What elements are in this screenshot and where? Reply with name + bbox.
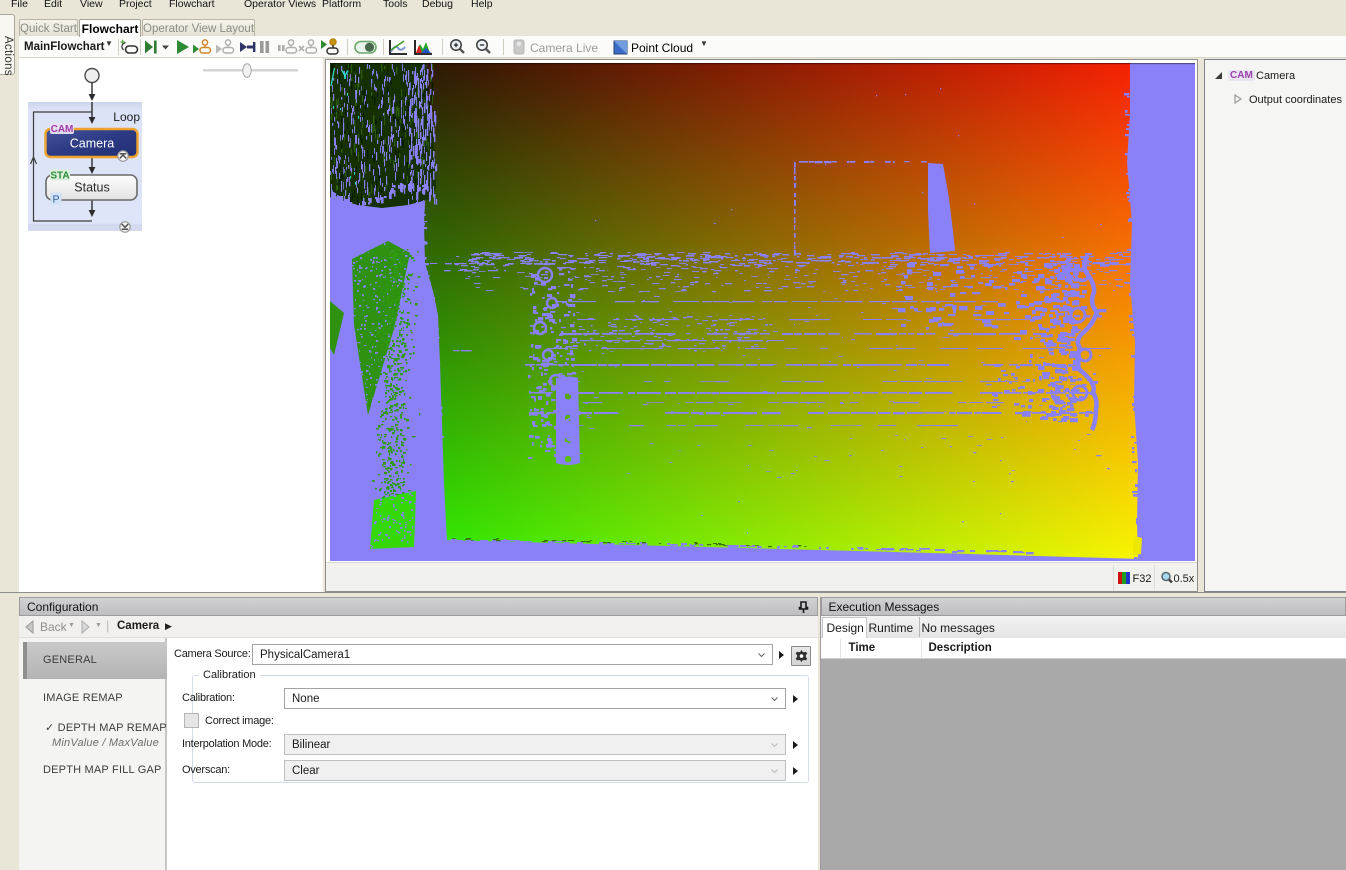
svg-text:Y: Y: [341, 68, 349, 82]
svg-text:CAM: CAM: [51, 124, 74, 135]
svg-text:Status: Status: [74, 181, 109, 195]
svg-text:STA: STA: [50, 171, 69, 182]
svg-text:Camera: Camera: [70, 137, 115, 151]
svg-text:Loop: Loop: [113, 110, 140, 124]
svg-text:P: P: [52, 194, 59, 206]
